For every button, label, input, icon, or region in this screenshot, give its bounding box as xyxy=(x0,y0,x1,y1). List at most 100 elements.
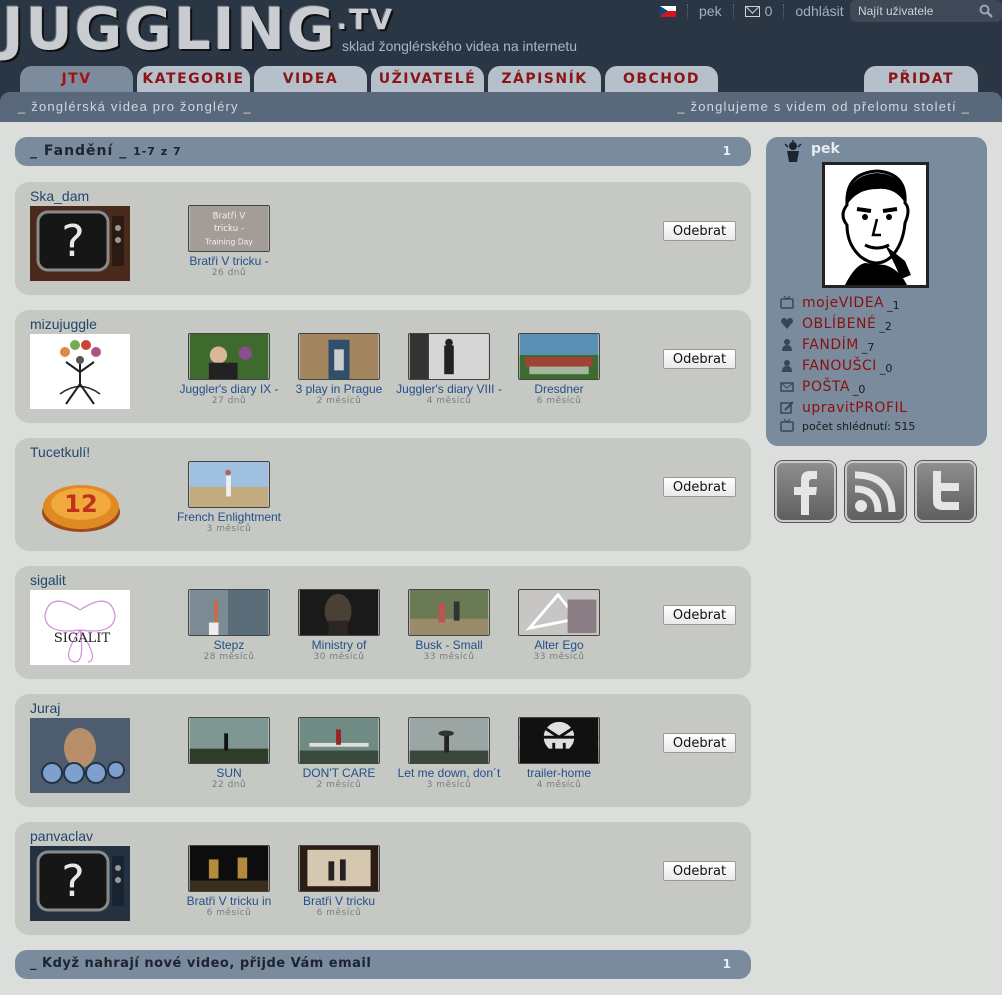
video-item[interactable]: Bratři V tricku - Training Day Bratři V … xyxy=(176,205,282,278)
mail-box-link[interactable]: POŠTA _0 xyxy=(780,377,865,397)
fan-name[interactable]: mizujuggle xyxy=(30,316,97,332)
video-title[interactable]: French Enlightment xyxy=(176,510,282,524)
avatar[interactable]: 12 xyxy=(30,462,130,537)
video-age: 6 měsíců xyxy=(536,396,582,406)
video-thumbnail[interactable] xyxy=(188,589,270,636)
remove-button[interactable]: Odebrat xyxy=(663,349,736,369)
video-thumbnail[interactable] xyxy=(188,717,270,764)
video-item[interactable]: trailer-home 4 měsíců xyxy=(506,717,612,790)
video-age: 33 měsíců xyxy=(533,652,585,662)
twitter-icon[interactable] xyxy=(915,461,976,522)
video-title[interactable]: SUN xyxy=(176,766,282,780)
avatar[interactable]: ? xyxy=(30,206,130,281)
facebook-icon[interactable] xyxy=(775,461,836,522)
fandim-link[interactable]: FANDÍM _7 xyxy=(780,335,874,355)
video-item[interactable]: SUN 22 dnů xyxy=(176,717,282,790)
video-title[interactable]: Bratři V tricku xyxy=(286,894,392,908)
video-item[interactable]: Ministry of 30 měsíců xyxy=(286,589,392,662)
avatar[interactable] xyxy=(30,334,130,409)
video-item[interactable]: DON'T CARE 2 měsíců xyxy=(286,717,392,790)
avatar[interactable]: SIGALIT xyxy=(30,590,130,665)
video-thumbnail[interactable] xyxy=(188,333,270,380)
fan-name[interactable]: Ska_dam xyxy=(30,188,89,204)
video-item[interactable]: Stepz 28 měsíců xyxy=(176,589,282,662)
video-thumbnail[interactable] xyxy=(298,717,380,764)
video-item[interactable]: Juggler's diary IX - 27 dnů xyxy=(176,333,282,406)
video-title[interactable]: Juggler's diary VIII - xyxy=(396,382,502,396)
video-item[interactable]: Dresdner 6 měsíců xyxy=(506,333,612,406)
video-title[interactable]: Busk - Small xyxy=(396,638,502,652)
page-number[interactable]: 1 xyxy=(723,957,731,971)
video-age: 3 měsíců xyxy=(206,524,252,534)
video-title[interactable]: Ministry of xyxy=(286,638,392,652)
video-item[interactable]: Alter Ego 33 měsíců xyxy=(506,589,612,662)
remove-button[interactable]: Odebrat xyxy=(663,477,736,497)
remove-button[interactable]: Odebrat xyxy=(663,221,736,241)
video-thumbnail[interactable] xyxy=(298,845,380,892)
fans-link[interactable]: FANOUŠCI _0 xyxy=(780,356,892,376)
video-item[interactable]: 3 play in Prague 2 měsíců xyxy=(286,333,392,406)
video-thumbnail[interactable] xyxy=(298,589,380,636)
video-thumbnail[interactable] xyxy=(518,717,600,764)
video-thumbnail[interactable] xyxy=(518,589,600,636)
video-thumbnail[interactable]: Bratři V tricku - Training Day xyxy=(188,205,270,252)
video-item[interactable]: Busk - Small 33 měsíců xyxy=(396,589,502,662)
tv-icon xyxy=(780,419,794,432)
video-age: 22 dnů xyxy=(211,780,247,790)
logout-link[interactable]: odhlásit xyxy=(795,3,843,19)
video-title[interactable]: Bratři V tricku - xyxy=(176,254,282,268)
video-item[interactable]: French Enlightment 3 měsíců xyxy=(176,461,282,534)
person-icon xyxy=(782,360,792,372)
video-item[interactable]: Bratři V tricku in 6 měsíců xyxy=(176,845,282,918)
remove-button[interactable]: Odebrat xyxy=(663,861,736,881)
fan-name[interactable]: sigalit xyxy=(30,572,66,588)
video-thumbnail[interactable] xyxy=(298,333,380,380)
fan-name[interactable]: Juraj xyxy=(30,700,60,716)
video-title[interactable]: Dresdner xyxy=(506,382,612,396)
avatar[interactable]: ? xyxy=(30,846,130,921)
video-thumbnail[interactable] xyxy=(408,589,490,636)
tab-uzivatele[interactable]: UŽIVATELÉ xyxy=(371,66,484,92)
video-title[interactable]: Stepz xyxy=(176,638,282,652)
rss-icon[interactable] xyxy=(845,461,906,522)
video-item[interactable]: Juggler's diary VIII - 4 měsíců xyxy=(396,333,502,406)
remove-button[interactable]: Odebrat xyxy=(663,733,736,753)
video-title[interactable]: DON'T CARE xyxy=(286,766,392,780)
video-title[interactable]: Bratři V tricku in xyxy=(176,894,282,908)
video-item[interactable]: Let me down, don´t 3 měsíců xyxy=(396,717,502,790)
profile-photo[interactable] xyxy=(822,162,929,288)
site-logo[interactable]: JUGGLING.TV xyxy=(2,0,394,58)
mail-icon xyxy=(744,5,760,17)
video-thumbnail[interactable] xyxy=(188,845,270,892)
video-thumbnail[interactable] xyxy=(188,461,270,508)
search-icon[interactable] xyxy=(979,4,993,18)
video-thumbnail[interactable] xyxy=(518,333,600,380)
remove-button[interactable]: Odebrat xyxy=(663,605,736,625)
svg-text:SIGALIT: SIGALIT xyxy=(54,631,111,646)
video-item[interactable]: Bratři V tricku 6 měsíců xyxy=(286,845,392,918)
video-thumbnail[interactable] xyxy=(408,717,490,764)
avatar[interactable] xyxy=(30,718,130,793)
fan-name[interactable]: Tucetkulí! xyxy=(30,444,90,460)
video-title[interactable]: 3 play in Prague xyxy=(286,382,392,396)
mail-link[interactable]: 0 xyxy=(744,3,772,19)
video-title[interactable]: Juggler's diary IX - xyxy=(176,382,282,396)
tab-zapisnik[interactable]: ZÁPISNÍK xyxy=(488,66,601,92)
video-title[interactable]: Let me down, don´t xyxy=(396,766,502,780)
tab-obchod[interactable]: OBCHOD xyxy=(605,66,718,92)
page-number[interactable]: 1 xyxy=(723,144,731,158)
fan-name[interactable]: panvaclav xyxy=(30,828,93,844)
tab-videa[interactable]: VIDEA xyxy=(254,66,367,92)
tab-jtv[interactable]: JTV xyxy=(20,66,133,92)
tab-pridat[interactable]: PŘIDAT xyxy=(864,66,978,92)
profile-name[interactable]: pek xyxy=(811,141,840,157)
video-thumbnail[interactable] xyxy=(408,333,490,380)
edit-profile-link[interactable]: upravitPROFIL xyxy=(780,398,907,418)
video-title[interactable]: Alter Ego xyxy=(506,638,612,652)
favorites-link[interactable]: OBLÍBENÉ _2 xyxy=(780,314,892,334)
video-title[interactable]: trailer-home xyxy=(506,766,612,780)
my-videos-link[interactable]: mojeVIDEA _1 xyxy=(780,293,900,313)
user-link[interactable]: pek xyxy=(699,3,722,19)
czech-flag-icon[interactable] xyxy=(660,5,676,17)
tab-kategorie[interactable]: KATEGORIE xyxy=(137,66,250,92)
